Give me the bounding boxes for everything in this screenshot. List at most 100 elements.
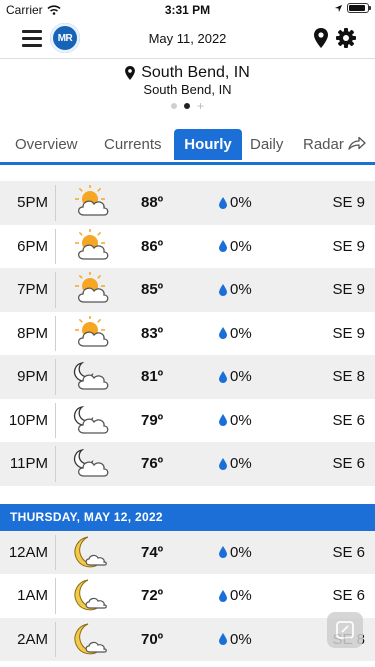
add-location-icon[interactable]: + xyxy=(197,100,204,112)
hour-time: 6PM xyxy=(17,237,48,255)
row-divider xyxy=(55,185,56,221)
partly-sunny-icon xyxy=(70,271,112,306)
partly-cloudy-night-icon xyxy=(70,403,112,437)
hour-temp: 86º xyxy=(141,237,164,255)
location-arrow-icon xyxy=(334,4,343,12)
status-right xyxy=(334,3,371,13)
hour-temp: 81º xyxy=(141,368,164,385)
precip-value: 0% xyxy=(230,587,252,604)
hourly-row[interactable]: 11PM 76º 0% SE 6 xyxy=(0,442,375,486)
precip-value: 0% xyxy=(230,237,252,255)
hourly-row[interactable]: 8PM 83º 0% SE 9 xyxy=(0,312,375,356)
hour-time: 9PM xyxy=(17,368,48,385)
hour-wind: SE 9 xyxy=(332,194,365,211)
hourly-list: 5PM 88º 0% SE 9 6PM 86º 0% SE 9 7PM 85º 0% SE 9 8PM 8… xyxy=(0,181,375,661)
row-divider xyxy=(55,228,56,264)
hour-wind: SE 6 xyxy=(332,543,365,561)
floating-action-button[interactable] xyxy=(327,612,363,648)
hour-time: 5PM xyxy=(17,194,48,211)
precip-value: 0% xyxy=(230,411,252,429)
hourly-row[interactable]: 6PM 86º 0% SE 9 xyxy=(0,225,375,269)
location-section: South Bend, IN South Bend, IN + xyxy=(0,60,375,122)
hour-temp: 76º xyxy=(141,455,164,472)
hour-temp: 74º xyxy=(141,543,164,561)
hour-precip: 0% xyxy=(219,194,252,211)
hour-wind: SE 9 xyxy=(332,281,365,298)
app-header: MR May 11, 2022 xyxy=(0,20,375,59)
rain-drop-icon xyxy=(219,370,227,383)
hour-time: 11PM xyxy=(9,455,48,472)
precip-value: 0% xyxy=(230,324,252,342)
precip-value: 0% xyxy=(230,630,252,648)
precip-value: 0% xyxy=(230,543,252,561)
row-divider xyxy=(55,315,56,351)
tab-hourly[interactable]: Hourly xyxy=(174,129,242,160)
hourly-row[interactable]: 9PM 81º 0% SE 8 xyxy=(0,355,375,399)
precip-value: 0% xyxy=(230,194,252,211)
hour-temp: 88º xyxy=(141,194,164,211)
rain-drop-icon xyxy=(219,546,227,558)
hour-temp: 85º xyxy=(141,281,164,298)
rain-drop-icon xyxy=(219,196,227,209)
gear-icon[interactable] xyxy=(336,28,356,48)
day-header: THURSDAY, MAY 12, 2022 xyxy=(0,503,375,531)
page-dot-active[interactable] xyxy=(183,103,190,109)
share-arrow-icon xyxy=(348,136,366,150)
page-indicator[interactable]: + xyxy=(0,100,375,112)
hour-precip: 0% xyxy=(219,587,252,604)
partly-cloudy-night-icon xyxy=(70,359,112,393)
row-divider xyxy=(55,578,56,614)
hour-temp: 83º xyxy=(141,324,164,342)
hour-wind: SE 6 xyxy=(332,411,365,429)
moon-cloud-icon xyxy=(70,622,112,656)
tab-radar[interactable]: Radar xyxy=(303,129,366,160)
rain-drop-icon xyxy=(219,589,227,602)
partly-sunny-icon xyxy=(70,227,112,263)
hour-time: 7PM xyxy=(17,281,48,298)
hour-precip: 0% xyxy=(219,281,252,298)
rain-drop-icon xyxy=(219,240,227,252)
hour-temp: 72º xyxy=(141,587,164,604)
partly-cloudy-night-icon xyxy=(70,446,112,480)
hour-time: 8PM xyxy=(17,324,48,342)
hour-wind: SE 9 xyxy=(332,237,365,255)
hourly-row[interactable]: 2AM70º0%SE 8 xyxy=(0,617,375,661)
hourly-row[interactable]: 7PM 85º 0% SE 9 xyxy=(0,268,375,312)
rain-drop-icon xyxy=(219,633,227,645)
moon-cloud-icon xyxy=(70,578,112,612)
hourly-row[interactable]: 5PM 88º 0% SE 9 xyxy=(0,181,375,225)
row-divider xyxy=(55,272,56,308)
hourly-row[interactable]: 1AM 72º 0% SE 6 xyxy=(0,574,375,618)
rain-drop-icon xyxy=(219,457,227,470)
hourly-row[interactable]: 10PM 79º 0% SE 6 xyxy=(0,399,375,443)
hour-time: 10PM xyxy=(8,411,48,429)
hourly-row[interactable]: 12AM 74º 0% SE 6 xyxy=(0,530,375,574)
precip-value: 0% xyxy=(230,281,252,298)
hour-wind: SE 6 xyxy=(332,455,365,472)
rain-drop-icon xyxy=(219,283,227,296)
page-dot[interactable] xyxy=(170,103,177,109)
location-pin-icon[interactable] xyxy=(314,28,328,48)
tab-overview[interactable]: Overview xyxy=(15,129,78,160)
tab-daily[interactable]: Daily xyxy=(250,129,283,160)
rain-drop-icon xyxy=(219,414,227,426)
row-divider xyxy=(55,621,56,657)
partly-sunny-icon xyxy=(70,314,112,350)
partly-sunny-icon xyxy=(70,184,112,219)
hour-precip: 0% xyxy=(219,325,252,342)
precip-value: 0% xyxy=(230,368,252,385)
hour-precip: 0% xyxy=(219,238,252,255)
hour-temp: 79º xyxy=(141,411,164,429)
hour-precip: 0% xyxy=(219,368,252,385)
moon-cloud-icon xyxy=(70,535,112,569)
location-subtitle: South Bend, IN xyxy=(143,82,232,97)
status-time: 3:31 PM xyxy=(164,3,211,17)
row-divider xyxy=(55,446,56,482)
hour-temp: 70º xyxy=(141,630,164,648)
tab-currents[interactable]: Currents xyxy=(104,129,162,160)
location-name: South Bend, IN xyxy=(141,64,250,81)
hour-time: 2AM xyxy=(17,630,48,648)
tab-radar-label: Radar xyxy=(303,136,344,153)
hour-precip: 0% xyxy=(219,631,252,648)
location-pin-icon xyxy=(125,66,136,80)
